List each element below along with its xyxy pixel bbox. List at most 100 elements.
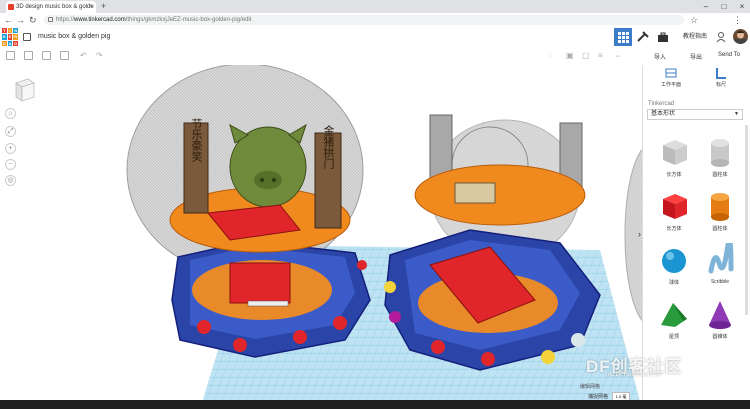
forward-icon[interactable]: → <box>16 14 25 26</box>
browser-tab[interactable]: 3D design music box & golde × <box>6 1 96 13</box>
workplane-button[interactable]: 工作平面 <box>651 67 691 88</box>
ungroup-icon[interactable]: ▢ <box>582 50 590 61</box>
base-button[interactable] <box>571 333 585 347</box>
shape-sphere[interactable]: 球体 <box>653 243 695 297</box>
url-bar[interactable]: https://www.tinkercad.com/things/gkmzkxj… <box>44 15 684 25</box>
learn-link[interactable]: 教程指南 <box>683 31 707 43</box>
back-icon[interactable]: ← <box>4 14 13 26</box>
pig-nostril <box>272 178 276 182</box>
add-user-icon[interactable] <box>716 31 726 43</box>
logo-letter: I <box>7 28 13 34</box>
workplane-label: 工作平面 <box>660 82 681 88</box>
light-bulb-icon[interactable]: ◌ <box>548 50 553 61</box>
send-to-button[interactable]: Send To <box>718 52 740 58</box>
paste-icon[interactable] <box>24 51 33 60</box>
scribble-icon <box>708 238 734 274</box>
ortho-view-icon[interactable]: ◎ <box>5 175 16 186</box>
lock-icon <box>48 17 53 22</box>
url-prefix: https:// <box>56 17 75 23</box>
ruler-button[interactable]: 标尺 <box>701 67 741 88</box>
3d-view-button[interactable] <box>614 28 632 46</box>
shape-label: 屋顶 <box>668 334 679 340</box>
left-music-box[interactable]: 节乐豪笑 金猪拱门 <box>126 65 371 358</box>
tab-close-icon[interactable]: × <box>89 1 93 13</box>
home-view-icon[interactable]: ⌂ <box>5 108 16 119</box>
group-icon[interactable]: ▣ <box>566 50 574 61</box>
shape-scribble[interactable]: Scribble <box>699 238 741 297</box>
workplane-icon <box>665 68 677 78</box>
shape-cone[interactable]: 圆锥体 <box>699 297 741 351</box>
reload-icon[interactable]: ↻ <box>29 14 37 26</box>
collapse-panel-icon[interactable]: › <box>638 229 641 239</box>
export-button[interactable]: 导出 <box>690 52 702 61</box>
taskbar <box>0 400 750 409</box>
minimize-icon[interactable]: – <box>698 0 714 13</box>
bookmark-star-icon[interactable]: ☆ <box>690 14 698 26</box>
avatar[interactable] <box>733 29 748 44</box>
left-circuit-board[interactable] <box>229 262 291 304</box>
maximize-icon[interactable]: □ <box>716 0 732 13</box>
cylinder-hole-icon <box>711 139 729 167</box>
shape-roof[interactable]: 屋顶 <box>653 297 695 351</box>
base-button[interactable] <box>389 311 401 323</box>
base-button[interactable] <box>233 338 247 352</box>
view-cube[interactable] <box>12 77 36 103</box>
hammer-icon <box>637 31 649 42</box>
lessons-view-button[interactable] <box>654 28 672 46</box>
snap-grid-label: 捕捉网格 <box>588 394 609 400</box>
shape-label: 圆柱体 <box>712 226 728 232</box>
shape-label: 球体 <box>668 280 679 286</box>
tinkercad-header: T I N K E R C A D music box & golden pig… <box>0 27 750 48</box>
shape-label: Scribble <box>710 279 730 285</box>
zoom-in-icon[interactable]: + <box>5 143 16 154</box>
redo-icon[interactable]: ↷ <box>96 50 103 61</box>
align-icon[interactable]: ≡ <box>598 50 603 61</box>
edit-toolbar: ↶ ↷ ◌ ▣ ▢ ≡ ⇔ <box>0 47 642 66</box>
design-title[interactable]: music box & golden pig <box>38 31 110 43</box>
right-orange-disc[interactable] <box>414 164 586 226</box>
browser-tab-bar: 3D design music box & golde × + – □ × <box>0 0 750 13</box>
shape-box[interactable]: 长方体 <box>653 189 695 243</box>
mirror-icon[interactable]: ⇔ <box>614 50 622 61</box>
panel-header: 导入 导出 Send To <box>642 47 750 65</box>
base-button[interactable] <box>431 340 445 354</box>
blocks-view-button[interactable] <box>634 28 652 46</box>
base-button[interactable] <box>481 352 495 366</box>
right-music-box[interactable] <box>384 114 601 371</box>
new-tab-button[interactable]: + <box>101 1 106 12</box>
watermark-subtext: mc.DFRobot.com.cn <box>606 372 661 378</box>
shape-box-hole[interactable]: 长方体 <box>653 135 695 189</box>
shape-cylinder[interactable]: 圆柱体 <box>699 189 741 243</box>
scene-svg: 节乐豪笑 金猪拱门 <box>126 65 642 409</box>
cylinder-icon <box>711 193 729 221</box>
undo-icon[interactable]: ↶ <box>80 50 87 61</box>
browser-address-row: ← → ↻ https://www.tinkercad.com/things/g… <box>0 13 750 28</box>
panel-scrollbar[interactable] <box>745 125 748 315</box>
edit-grid-button[interactable]: 编辑网格 <box>580 383 600 390</box>
left-header-pins <box>247 300 289 307</box>
logo-letter: N <box>13 28 18 34</box>
base-button[interactable] <box>384 281 396 293</box>
shape-label: 长方体 <box>666 172 682 178</box>
pig-snout <box>254 171 282 189</box>
copy-icon[interactable] <box>6 51 15 60</box>
duplicate-icon[interactable] <box>42 51 51 60</box>
tinkercad-logo[interactable]: T I N K E R C A D <box>2 28 18 46</box>
fit-view-icon[interactable]: ⤢ <box>5 126 16 137</box>
design-list-icon[interactable] <box>23 33 31 41</box>
zoom-out-icon[interactable]: − <box>5 159 16 170</box>
base-button[interactable] <box>333 316 347 330</box>
library-select[interactable]: 基本形状 ▼ <box>647 109 743 120</box>
3d-viewport[interactable]: 节乐豪笑 金猪拱门 ⌂ ⤢ + − ◎ <box>0 65 642 409</box>
base-button[interactable] <box>197 320 211 334</box>
base-button[interactable] <box>293 330 307 344</box>
window-close-icon[interactable]: × <box>734 0 750 13</box>
browser-menu-icon[interactable]: ⋮ <box>733 14 742 26</box>
delete-icon[interactable] <box>60 51 69 60</box>
box-icon <box>663 194 687 219</box>
base-button[interactable] <box>541 350 555 364</box>
shape-cylinder-hole[interactable]: 圆柱体 <box>699 135 741 189</box>
base-button[interactable] <box>357 260 367 270</box>
import-button[interactable]: 导入 <box>654 52 666 61</box>
logo-letter: D <box>13 40 18 46</box>
